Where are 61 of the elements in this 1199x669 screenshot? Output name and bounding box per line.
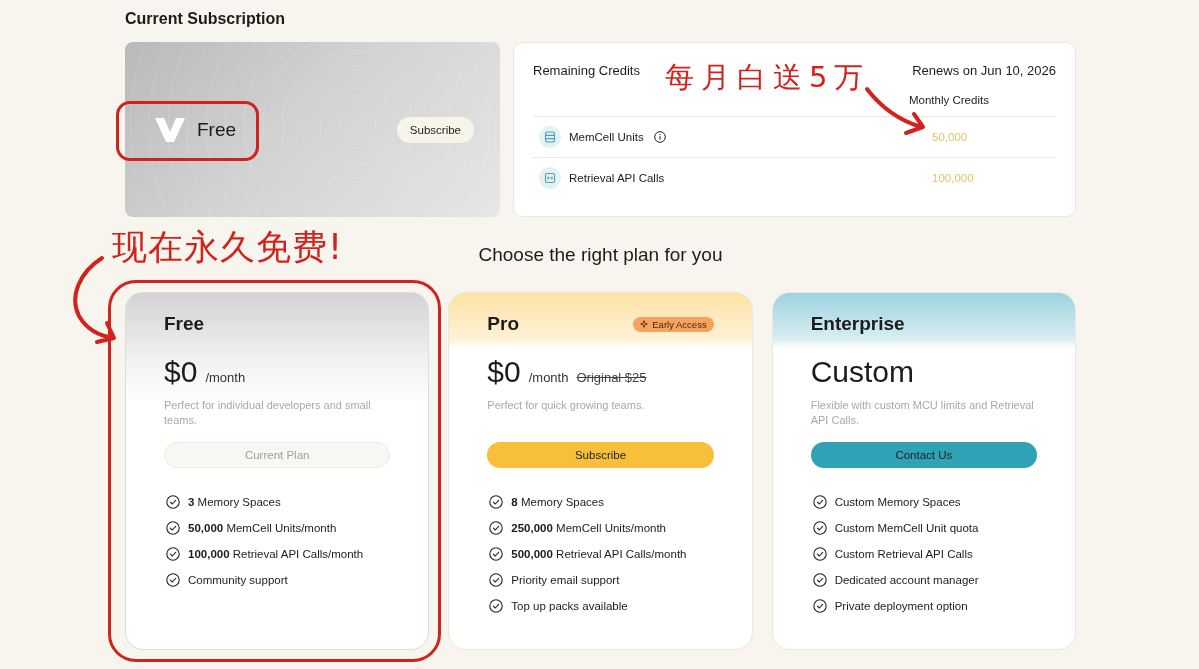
check-circle-icon <box>812 495 827 509</box>
feature-text: Custom Retrieval API Calls <box>834 548 973 560</box>
plan-button[interactable]: Contact Us <box>810 442 1037 468</box>
check-circle-icon <box>812 547 827 561</box>
v-logo <box>155 117 185 142</box>
feature-text: 3 Memory Spaces <box>188 496 281 508</box>
check-circle-icon <box>812 573 827 587</box>
check-circle-icon <box>489 599 504 613</box>
check-circle-icon <box>489 521 504 535</box>
check-circle-icon <box>489 573 504 587</box>
info-icon[interactable] <box>653 131 666 143</box>
feature-text: 50,000 MemCell Units/month <box>188 522 337 534</box>
handwritten-note: 每月白送5万 <box>665 59 871 96</box>
plan-price: $0 <box>164 354 198 390</box>
plan-button[interactable]: Subscribe <box>487 442 714 468</box>
credit-name: MemCell Units <box>569 131 644 143</box>
credit-value: 100,000 <box>932 172 974 184</box>
plan-title: Pro <box>487 312 519 336</box>
badge-label: Early Access <box>652 318 707 330</box>
check-circle-icon <box>166 521 180 535</box>
price-period: /month <box>528 370 569 385</box>
check-circle-icon <box>489 547 504 561</box>
check-circle-icon <box>812 521 827 535</box>
sparkle-icon <box>640 320 649 328</box>
plan-price: Custom <box>810 354 914 390</box>
feature-text: Private deployment option <box>834 600 968 612</box>
check-circle-icon <box>812 599 827 613</box>
renewal-date: Renews on Jun 10, 2026 <box>912 62 1056 80</box>
plans-heading: Choose the right plan for you <box>478 243 723 267</box>
credits-title: Remaining Credits <box>533 62 640 80</box>
plan-title: Enterprise <box>810 312 905 336</box>
plan-price: $0 <box>487 354 521 390</box>
plan-title: Free <box>164 312 205 336</box>
feature-text: 100,000 Retrieval API Calls/month <box>188 548 364 560</box>
feature-text: Custom MemCell Unit quota <box>834 522 979 534</box>
feature-text: 500,000 Retrieval API Calls/month <box>511 548 687 560</box>
feature-text: Top up packs available <box>511 600 628 612</box>
price-period: /month <box>205 370 246 385</box>
feature-text: Priority email support <box>511 574 620 586</box>
feature-text: Custom Memory Spaces <box>834 496 961 508</box>
credit-name: Retrieval API Calls <box>569 172 665 184</box>
section-title: Current Subscription <box>125 10 285 28</box>
feature-text: 8 Memory Spaces <box>511 496 604 508</box>
database-icon <box>539 126 561 148</box>
feature-text: Community support <box>188 574 288 586</box>
column-header: Monthly Credits <box>909 93 989 108</box>
feature-text: Dedicated account manager <box>834 574 979 586</box>
handwritten-note: 现在永久免费! <box>112 226 344 269</box>
credit-value: 50,000 <box>932 131 968 143</box>
feature-text: 250,000 MemCell Units/month <box>511 522 667 534</box>
plan-name: Free <box>197 118 237 141</box>
check-circle-icon <box>489 495 504 509</box>
plan-description: Perfect for individual developers and small teams. <box>164 398 372 428</box>
original-price: Original $25 <box>576 370 647 385</box>
check-circle-icon <box>166 547 180 561</box>
check-circle-icon <box>166 573 180 587</box>
plan-description: Flexible with custom MCU limits and Retrieval API Calls. <box>810 398 1035 428</box>
plan-description: Perfect for quick growing teams. <box>487 398 646 413</box>
panel-icon <box>539 167 561 189</box>
check-circle-icon <box>166 495 180 509</box>
subscribe-button[interactable]: Subscribe <box>396 116 474 143</box>
